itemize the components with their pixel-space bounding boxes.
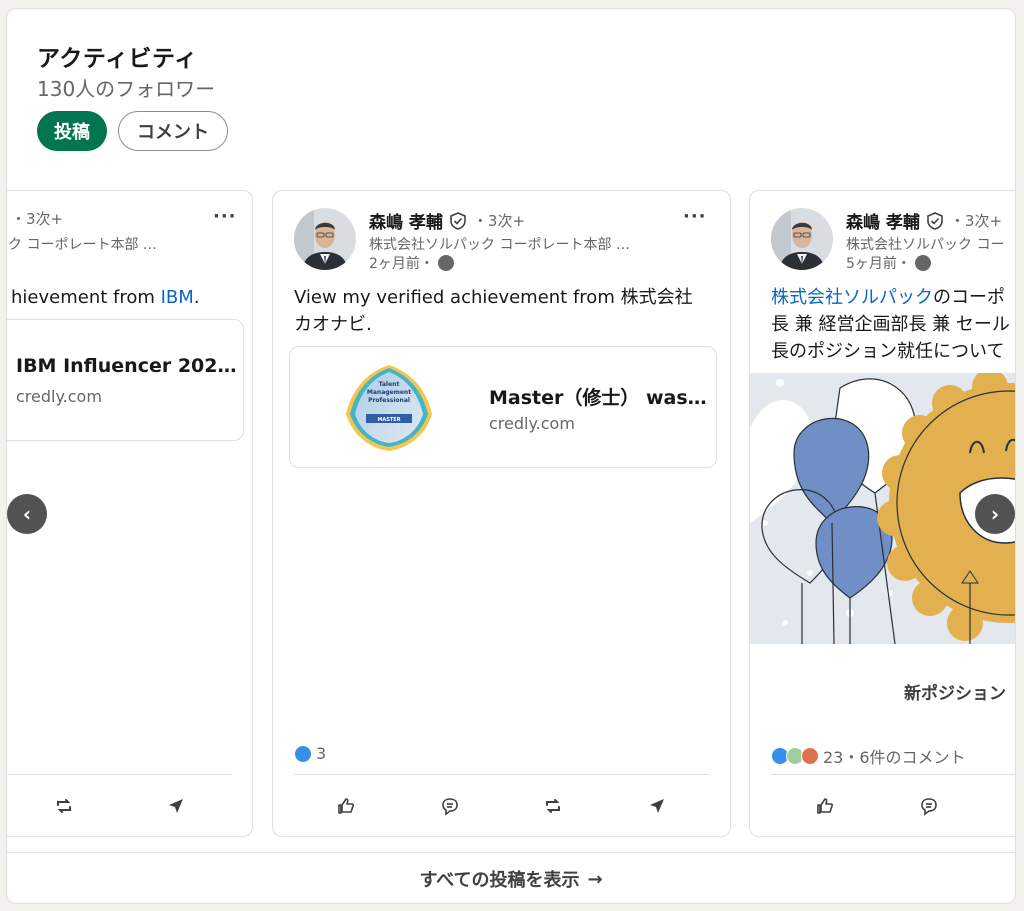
avatar[interactable]: [294, 208, 356, 270]
action-bar: [294, 791, 709, 821]
action-bar: [771, 791, 1015, 821]
link-title: IBM Influencer 202…: [16, 355, 237, 377]
chevron-right-icon: ›: [990, 502, 1000, 526]
author-degree: ・3次+: [11, 210, 64, 228]
post-card-2[interactable]: 森嶋 孝輔 ・3次+ 株式会社ソルパック コーポレート本部 … 2ヶ月前・ ··…: [272, 190, 731, 837]
author-subtitle: 株式会社ソルパック コーポレート本部 …: [369, 237, 630, 253]
show-all-label: すべての投稿を表示: [419, 870, 580, 891]
more-icon[interactable]: ···: [213, 206, 237, 227]
activity-panel: アクティビティ 130人のフォロワー 投稿 コメント ・3次+ ク コーポレート…: [6, 8, 1016, 904]
like-icon[interactable]: [334, 794, 358, 818]
post-time: 5ヶ月前・: [846, 253, 931, 273]
send-icon[interactable]: [164, 794, 188, 818]
badge-text: Management: [367, 389, 411, 396]
link-preview[interactable]: Talent Management Professional MASTER Ma…: [289, 346, 717, 468]
reaction-count[interactable]: 3: [294, 744, 326, 763]
follower-count[interactable]: 130人のフォロワー: [37, 73, 215, 102]
post-text: hievement from IBM.: [11, 287, 200, 308]
tab-posts[interactable]: 投稿: [37, 111, 107, 151]
badge-text: Professional: [368, 397, 410, 404]
tab-comments[interactable]: コメント: [118, 111, 228, 151]
section-title: アクティビティ: [37, 46, 198, 72]
badge-level: MASTER: [377, 417, 400, 423]
globe-icon: [914, 255, 931, 271]
shield-check-icon: [927, 211, 943, 230]
author-name[interactable]: 森嶋 孝輔 ・3次+: [846, 208, 1002, 233]
link-domain: credly.com: [489, 414, 575, 433]
divider: [294, 774, 709, 775]
repost-icon[interactable]: [52, 794, 76, 818]
carousel-prev-button[interactable]: ‹: [7, 494, 47, 534]
link-domain: credly.com: [16, 387, 102, 406]
mention-link[interactable]: IBM: [161, 287, 194, 308]
image-caption: 新ポジション: [904, 684, 1006, 704]
more-icon[interactable]: ···: [683, 206, 707, 227]
send-icon[interactable]: [645, 794, 669, 818]
repost-icon[interactable]: [541, 794, 565, 818]
carousel-next-button[interactable]: ›: [975, 494, 1015, 534]
author-name[interactable]: 森嶋 孝輔 ・3次+: [369, 208, 525, 233]
action-bar: [8, 791, 232, 821]
love-reaction-icon: [801, 747, 819, 765]
post-text: View my verified achievement from 株式会社カオ…: [294, 287, 693, 335]
globe-icon: [437, 255, 454, 271]
link-title: Master（修士） was…: [489, 387, 707, 409]
chevron-left-icon: ‹: [22, 502, 32, 526]
divider: [8, 774, 232, 775]
reaction-summary[interactable]: 23・6件のコメント: [771, 744, 966, 768]
link-preview[interactable]: IBM Influencer 202… credly.com: [7, 319, 244, 441]
divider: [771, 774, 1015, 775]
like-icon[interactable]: [813, 794, 837, 818]
arrow-right-icon: →: [587, 868, 603, 890]
post-time: 2ヶ月前・: [369, 253, 454, 273]
connection-degree: ・3次+: [949, 212, 1003, 230]
mention-link[interactable]: 株式会社ソルパック: [771, 287, 933, 308]
shield-check-icon: [450, 211, 466, 230]
author-subtitle: 株式会社ソルパック コー: [846, 237, 1005, 253]
like-reaction-icon: [294, 744, 312, 763]
connection-degree: ・3次+: [472, 212, 526, 230]
badge-image: Talent Management Professional MASTER: [346, 365, 432, 451]
show-all-posts-link[interactable]: すべての投稿を表示 →: [7, 852, 1015, 903]
avatar[interactable]: [771, 208, 833, 270]
comment-icon[interactable]: [438, 794, 462, 818]
post-text: 株式会社ソルパックのコーポ 長 兼 経営企画部長 兼 セール 長のポジション就任…: [771, 287, 1010, 362]
comment-icon[interactable]: [917, 794, 941, 818]
author-subtitle: ク コーポレート本部 …: [8, 237, 157, 253]
badge-text: Talent: [379, 381, 400, 388]
